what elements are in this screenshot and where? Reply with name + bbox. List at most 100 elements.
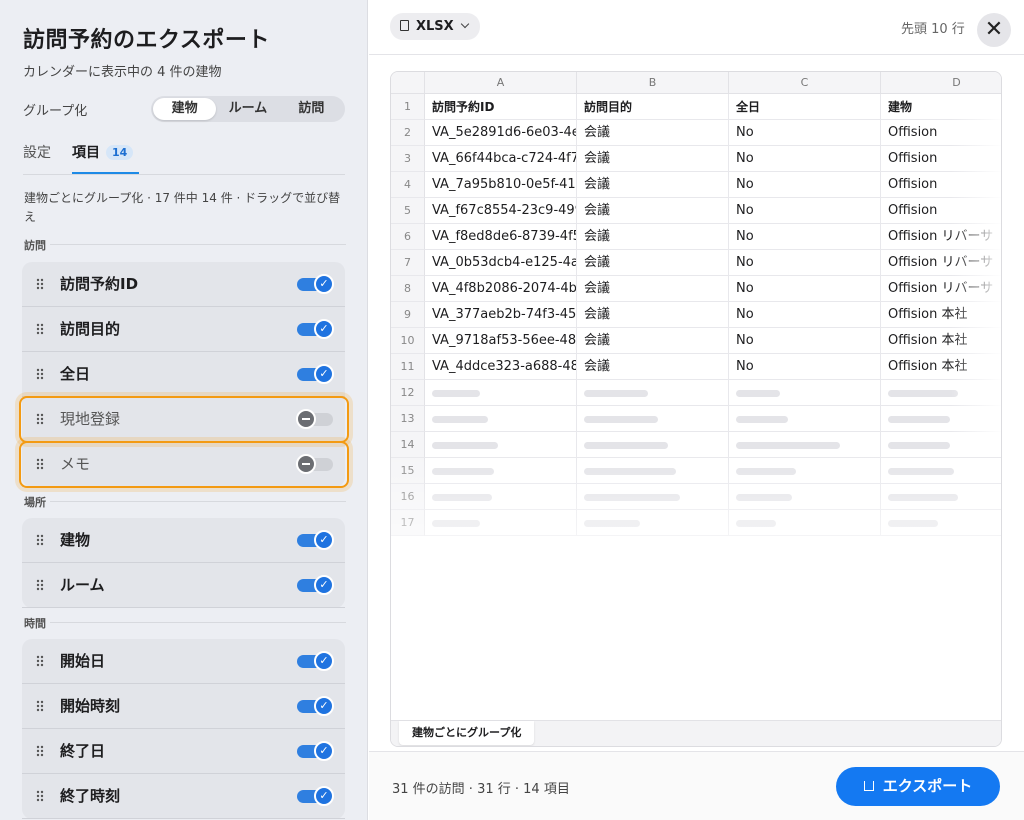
checkmark-icon: ✓ bbox=[314, 741, 334, 761]
export-button-label: エクスポート bbox=[882, 777, 973, 795]
field-toggle[interactable]: ✓ bbox=[297, 575, 334, 595]
sheet-cell: No bbox=[729, 354, 881, 380]
sheet-cell: VA_f8ed8de6-8739-4f5 bbox=[425, 224, 577, 250]
field-toggle[interactable]: ✓ bbox=[297, 696, 334, 716]
field-item[interactable]: 全日 ✓ bbox=[22, 352, 345, 397]
field-toggle[interactable]: ✓ bbox=[297, 786, 334, 806]
row-number: 9 bbox=[391, 302, 425, 328]
panel-title: 訪問予約のエクスポート bbox=[23, 28, 270, 53]
sheet-cell: No bbox=[729, 172, 881, 198]
sheet-cell: VA_9718af53-56ee-48d bbox=[425, 328, 577, 354]
sheet-cell: 会議 bbox=[577, 224, 729, 250]
group-option-visit[interactable]: 訪問 bbox=[280, 98, 343, 120]
drag-handle-icon[interactable] bbox=[36, 790, 44, 802]
checkmark-icon: ✓ bbox=[314, 575, 334, 595]
field-label: 建物 bbox=[60, 531, 91, 549]
field-toggle[interactable]: ✓ bbox=[297, 530, 334, 550]
group-by-segmented-control: 建物 ルーム 訪問 bbox=[151, 96, 345, 122]
field-label: 訪問目的 bbox=[60, 320, 121, 338]
row-number: 2 bbox=[391, 120, 425, 146]
row-number: 4 bbox=[391, 172, 425, 198]
group-option-building[interactable]: 建物 bbox=[153, 98, 217, 120]
placeholder-bar bbox=[584, 390, 648, 397]
placeholder-bar bbox=[888, 442, 950, 449]
field-item[interactable]: 建物 ✓ bbox=[22, 518, 345, 563]
field-item[interactable]: 開始時刻 ✓ bbox=[22, 684, 345, 729]
fields-count-badge: 14 bbox=[106, 145, 134, 160]
preview-panel: XLSX 先頭 10 行 ✕ A B C D 1 訪問予約ID 訪問目的 全日 建物 2 VA_5e… bbox=[369, 0, 1024, 820]
sheet-cell: VA_5e2891d6-6e03-4e5 bbox=[425, 120, 577, 146]
field-toggle[interactable]: ✓ bbox=[297, 651, 334, 671]
column-header: D bbox=[881, 72, 1001, 94]
sheet-header-cell: 訪問予約ID bbox=[425, 94, 577, 120]
sheet-header-cell: 全日 bbox=[729, 94, 881, 120]
field-item[interactable]: 訪問目的 ✓ bbox=[22, 307, 345, 352]
field-toggle[interactable]: ✓ bbox=[297, 274, 334, 294]
drag-handle-icon[interactable] bbox=[36, 534, 44, 546]
sheet-cell: 会議 bbox=[577, 198, 729, 224]
sheet-cell: VA_7a95b810-0e5f-411 bbox=[425, 172, 577, 198]
drag-handle-icon[interactable] bbox=[36, 278, 44, 290]
close-button[interactable]: ✕ bbox=[977, 13, 1011, 47]
field-item[interactable]: 開始日 ✓ bbox=[22, 639, 345, 684]
field-label: 訪問予約ID bbox=[60, 275, 139, 293]
placeholder-cell bbox=[729, 380, 881, 406]
tab-settings[interactable]: 設定 bbox=[23, 142, 51, 174]
sheet-cell: No bbox=[729, 224, 881, 250]
row-number: 6 bbox=[391, 224, 425, 250]
sheet-cell: VA_0b53dcb4-e125-4a0 bbox=[425, 250, 577, 276]
placeholder-bar bbox=[584, 416, 658, 423]
drag-handle-icon[interactable] bbox=[36, 655, 44, 667]
checkmark-icon: ✓ bbox=[314, 696, 334, 716]
sheet-cell: VA_4f8b2086-2074-4b1 bbox=[425, 276, 577, 302]
drag-handle-icon[interactable] bbox=[36, 700, 44, 712]
field-item[interactable]: 終了時刻 ✓ bbox=[22, 774, 345, 819]
sheet-cell: 会議 bbox=[577, 120, 729, 146]
sheet-cell: 会議 bbox=[577, 146, 729, 172]
drag-handle-icon[interactable] bbox=[36, 745, 44, 757]
field-toggle[interactable]: ✓ bbox=[297, 364, 334, 384]
tab-fields-label: 項目 bbox=[72, 145, 100, 161]
field-label: 全日 bbox=[60, 365, 91, 383]
field-item[interactable]: ルーム ✓ bbox=[22, 563, 345, 608]
sheet-tab[interactable]: 建物ごとにグループ化 bbox=[399, 721, 535, 745]
column-header: C bbox=[729, 72, 881, 94]
placeholder-bar bbox=[584, 442, 668, 449]
tab-fields[interactable]: 項目 14 bbox=[72, 142, 140, 174]
row-number: 3 bbox=[391, 146, 425, 172]
placeholder-cell bbox=[729, 406, 881, 432]
field-label: 開始時刻 bbox=[60, 697, 121, 715]
checkmark-icon: ✓ bbox=[314, 651, 334, 671]
drag-handle-icon[interactable] bbox=[36, 579, 44, 591]
download-icon bbox=[863, 781, 874, 791]
panel-tabs: 設定 項目 14 bbox=[23, 140, 345, 174]
section-title: 場所 bbox=[24, 494, 346, 510]
field-toggle[interactable]: ✓ bbox=[297, 319, 334, 339]
checkmark-icon: ✓ bbox=[314, 530, 334, 550]
sheet-tabs-bar: 建物ごとにグループ化 bbox=[391, 720, 1001, 746]
bottom-fade bbox=[391, 452, 1001, 612]
row-number: 1 bbox=[391, 94, 425, 120]
group-option-room[interactable]: ルーム bbox=[216, 98, 279, 120]
drag-handle-icon[interactable] bbox=[36, 368, 44, 380]
field-item[interactable]: 訪問予約ID ✓ bbox=[22, 262, 345, 307]
field-item[interactable]: 終了日 ✓ bbox=[22, 729, 345, 774]
format-dropdown[interactable]: XLSX bbox=[390, 13, 480, 40]
placeholder-cell bbox=[577, 406, 729, 432]
row-number: 5 bbox=[391, 198, 425, 224]
export-summary: 31 件の訪問 · 31 行 · 14 項目 bbox=[392, 782, 570, 797]
sheet-cell: VA_f67c8554-23c9-499 bbox=[425, 198, 577, 224]
right-fade bbox=[951, 94, 1001, 454]
sheet-cell: No bbox=[729, 302, 881, 328]
drag-highlight-outline bbox=[19, 396, 349, 443]
checkmark-icon: ✓ bbox=[314, 786, 334, 806]
field-toggle[interactable]: ✓ bbox=[297, 741, 334, 761]
preview-topbar: XLSX 先頭 10 行 ✕ bbox=[369, 0, 1024, 55]
export-button[interactable]: エクスポート bbox=[836, 767, 1000, 806]
placeholder-cell bbox=[425, 380, 577, 406]
drag-handle-icon[interactable] bbox=[36, 323, 44, 335]
spreadsheet-preview: A B C D 1 訪問予約ID 訪問目的 全日 建物 2 VA_5e2891d6-6e03-4e5… bbox=[390, 71, 1002, 747]
sheet-cell: No bbox=[729, 328, 881, 354]
placeholder-cell bbox=[577, 380, 729, 406]
row-number: 12 bbox=[391, 380, 425, 406]
